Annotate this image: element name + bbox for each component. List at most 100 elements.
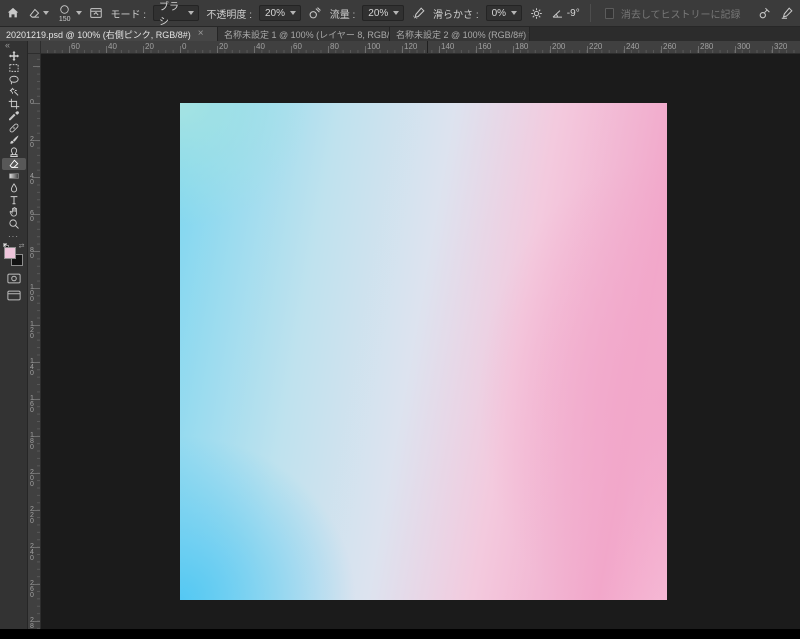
ruler-label: 200 <box>30 469 34 488</box>
ruler-label: 320 <box>774 42 788 51</box>
ruler-label: 280 <box>30 617 34 629</box>
toggle-brush-settings-icon[interactable] <box>89 3 104 23</box>
photoshop-window: 150 モード : ブラシ 不透明度 : 20% 流量 : 20% 滑らかさ:… <box>0 0 800 639</box>
lasso-tool[interactable] <box>2 74 26 86</box>
ruler-label: 80 <box>30 247 34 260</box>
ruler-label: 40 <box>30 173 34 186</box>
chevron-down-icon <box>511 11 518 15</box>
gear-icon[interactable] <box>529 3 544 23</box>
home-icon[interactable] <box>6 3 21 23</box>
pressure-opacity-icon[interactable] <box>308 3 323 23</box>
ruler-label: 180 <box>30 432 34 451</box>
document-tab-2[interactable]: 名称未設定 1 @ 100% (レイヤー 8, RGB/8#) * × <box>218 27 390 41</box>
flow-select[interactable]: 20% <box>362 5 405 21</box>
tab-title: 名称未設定 2 @ 100% (RGB/8#) * <box>396 29 530 40</box>
ruler-label: 160 <box>478 42 492 51</box>
gradient-tool[interactable] <box>2 170 26 182</box>
mode-value: ブラシ <box>159 2 180 28</box>
ruler-label: 120 <box>30 321 34 340</box>
move-icon <box>8 50 19 62</box>
vertical-ruler[interactable]: 0 20 40 60 80 100 120 140 160 180 200 220 240 260 280 <box>28 54 41 629</box>
brush-angle-icon <box>552 9 562 18</box>
hand-icon <box>9 207 17 217</box>
ruler-label: 40 <box>256 42 265 51</box>
toolbar-collapse-icon[interactable]: « <box>0 41 10 50</box>
screen-mode-icon <box>6 290 21 300</box>
ruler-label: 40 <box>108 42 117 51</box>
eraser-preset-icon <box>29 8 39 18</box>
ruler-label: 300 <box>737 42 751 51</box>
foreground-color-swatch[interactable] <box>3 247 16 259</box>
ruler-label: 60 <box>71 42 80 51</box>
zoom-icon <box>8 219 19 229</box>
lasso-icon <box>8 75 19 85</box>
brush-angle-value: -9° <box>566 7 580 19</box>
erase-to-history-checkbox[interactable] <box>604 7 614 19</box>
opacity-select[interactable]: 20% <box>258 5 301 21</box>
ruler-label: 60 <box>30 210 34 223</box>
eraser-tool[interactable] <box>1 158 26 170</box>
chevron-down-icon <box>42 11 49 15</box>
document-tab-1[interactable]: 20201219.psd @ 100% (右側ピンク, RGB/8#) × <box>0 27 218 41</box>
ruler-label: 140 <box>30 358 34 377</box>
brush-preset-picker[interactable]: 150 <box>56 4 82 23</box>
ruler-label: 180 <box>515 42 529 51</box>
smoothing-select[interactable]: 0% <box>485 5 523 21</box>
blur-drop-icon <box>10 183 17 193</box>
ruler-label: 120 <box>404 42 418 51</box>
blur-tool[interactable] <box>2 182 26 194</box>
type-tool[interactable] <box>2 194 26 206</box>
color-swatches: ⇄ <box>2 243 25 268</box>
swap-colors-icon[interactable]: ⇄ <box>19 243 25 250</box>
mode-label: モード : <box>110 9 147 21</box>
eyedropper-icon <box>8 111 19 121</box>
opacity-label: 不透明度 : <box>206 9 252 21</box>
edit-toolbar-ellipsis[interactable]: ··· <box>8 232 19 241</box>
options-bar: 150 モード : ブラシ 不透明度 : 20% 流量 : 20% 滑らかさ:… <box>0 0 800 28</box>
document-tab-3[interactable]: 名称未設定 2 @ 100% (RGB/8#) * × <box>390 27 530 41</box>
mode-select[interactable]: ブラシ <box>153 2 200 28</box>
tab-close-button[interactable]: × <box>198 29 204 39</box>
pressure-size-icon[interactable] <box>758 3 773 23</box>
ruler-label: 240 <box>30 543 34 562</box>
move-tool[interactable] <box>2 50 26 62</box>
airbrush-icon[interactable] <box>411 3 426 23</box>
marquee-tool[interactable] <box>2 62 26 74</box>
crop-tool[interactable] <box>2 98 26 110</box>
ruler-origin-corner[interactable] <box>28 41 41 54</box>
magic-wand-tool[interactable] <box>2 86 26 98</box>
brush-size-value: 150 <box>58 15 71 23</box>
crop-icon <box>8 98 19 110</box>
tablet-pressure-icon[interactable] <box>779 3 794 23</box>
zoom-tool[interactable] <box>2 218 26 230</box>
brush-icon <box>9 135 18 144</box>
screen-mode-button[interactable] <box>2 288 26 302</box>
tab-title: 20201219.psd @ 100% (右側ピンク, RGB/8#) <box>6 29 191 40</box>
document-tab-bar: 20201219.psd @ 100% (右側ピンク, RGB/8#) × 名称… <box>0 27 800 41</box>
canvas-pasteboard[interactable] <box>41 54 800 629</box>
marquee-icon <box>8 64 19 72</box>
type-icon <box>10 196 17 205</box>
canvas-image[interactable] <box>180 103 667 600</box>
chevron-down-icon <box>393 11 400 15</box>
clone-stamp-tool[interactable] <box>2 146 26 158</box>
brush-tool[interactable] <box>2 134 26 146</box>
healing-brush-tool[interactable] <box>2 122 26 134</box>
brush-angle-control[interactable]: -9° <box>551 7 580 20</box>
tool-preset-picker[interactable] <box>28 7 49 20</box>
brush-tip-icon <box>60 4 69 14</box>
hand-tool[interactable] <box>2 206 26 218</box>
ruler-label: 160 <box>30 395 34 414</box>
eyedropper-tool[interactable] <box>2 110 26 122</box>
ruler-label: 20 <box>30 136 34 149</box>
ruler-pointer-marker <box>427 41 428 53</box>
ruler-label: 280 <box>700 42 714 51</box>
horizontal-ruler[interactable]: 60 40 20 0 20 40 60 80 100 120 140 160 180 200 220 240 2… <box>41 41 800 54</box>
ruler-label: 20 <box>219 42 228 51</box>
quick-mask-button[interactable] <box>2 271 26 285</box>
erase-to-history-label: 消去してヒストリーに記録 <box>620 9 741 21</box>
ruler-label: 260 <box>663 42 677 51</box>
gradient-icon <box>8 173 19 179</box>
clone-stamp-icon <box>9 147 18 157</box>
flow-label: 流量 : <box>329 9 356 21</box>
